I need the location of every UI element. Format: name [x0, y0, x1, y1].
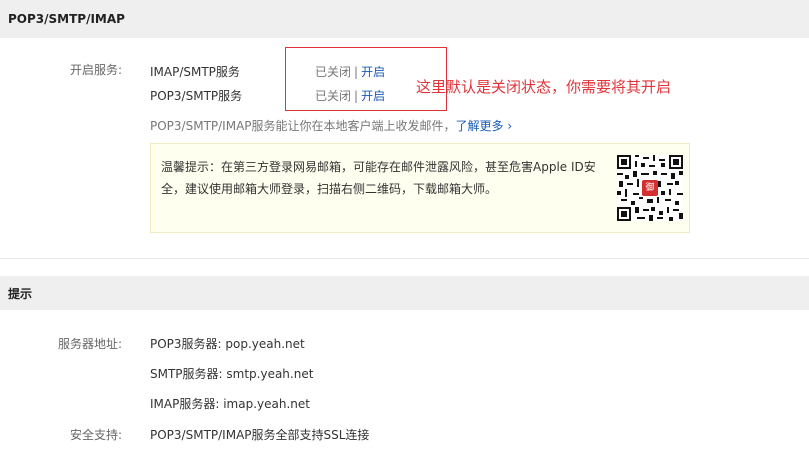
imap-server-text: IMAP服务器: imap.yeah.net: [150, 397, 310, 411]
service-description: POP3/SMTP/IMAP服务能让你在本地客户端上收发邮件，了解更多 ›: [150, 117, 512, 134]
description-text: POP3/SMTP/IMAP服务能让你在本地客户端上收发邮件，: [150, 119, 456, 133]
app-logo-badge: 御: [642, 180, 658, 196]
server-address-label: 服务器地址:: [57, 337, 122, 351]
section-title: POP3/SMTP/IMAP: [8, 12, 125, 26]
security-text: POP3/SMTP/IMAP服务全部支持SSL连接: [150, 428, 370, 442]
learn-more-link[interactable]: 了解更多 ›: [456, 119, 513, 133]
annotation-text: 这里默认是关闭状态，你需要将其开启: [416, 78, 672, 96]
section-divider: [0, 258, 809, 259]
service-name-imap-smtp: IMAP/SMTP服务: [150, 65, 240, 79]
tip-text: 温馨提示：在第三方登录网易邮箱，可能存在邮件泄露风险，甚至危害Apple ID安…: [161, 160, 596, 196]
section-title: 提示: [8, 286, 33, 301]
service-label: 开启服务:: [69, 63, 122, 77]
warning-tip-box: 温馨提示：在第三方登录网易邮箱，可能存在邮件泄露风险，甚至危害Apple ID安…: [150, 143, 690, 233]
section-header-tips: 提示: [0, 276, 809, 310]
service-name-pop3-smtp: POP3/SMTP服务: [150, 89, 243, 103]
qr-code-icon: 御: [617, 155, 683, 221]
section-header-pop3-smtp-imap: POP3/SMTP/IMAP: [0, 0, 809, 38]
smtp-server-text: SMTP服务器: smtp.yeah.net: [150, 367, 314, 381]
security-label: 安全支持:: [69, 428, 122, 442]
pop3-server-text: POP3服务器: pop.yeah.net: [150, 337, 305, 351]
